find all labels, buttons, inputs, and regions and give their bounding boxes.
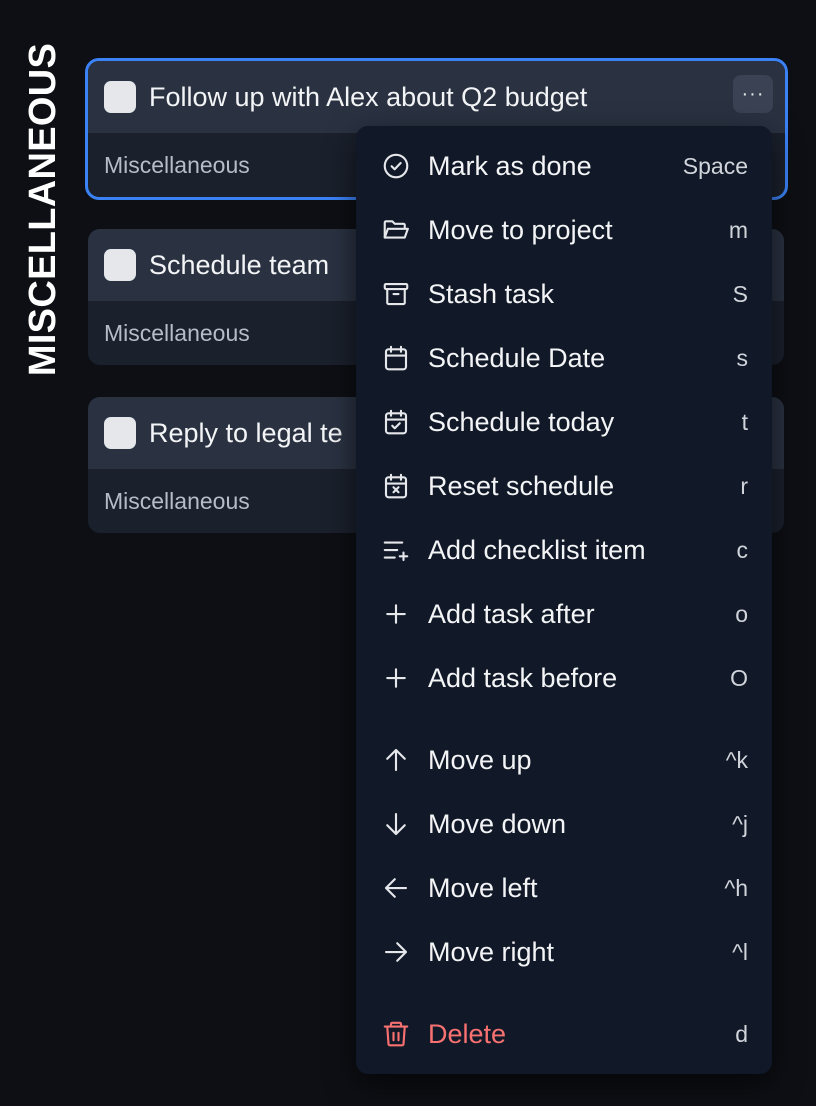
task-checkbox[interactable] — [104, 81, 136, 113]
menu-item-label: Stash task — [428, 278, 555, 309]
plus-icon — [380, 662, 412, 694]
menu-item-label: Move to project — [428, 214, 613, 245]
menu-item-shortcut: d — [735, 1020, 748, 1047]
menu-item-move-to-project[interactable]: Move to project m — [356, 202, 772, 258]
task-context-menu: Mark as done Space Move to project m Sta… — [356, 126, 772, 1074]
menu-item-shortcut: ^k — [725, 746, 748, 773]
task-title[interactable]: Reply to legal te — [149, 418, 343, 449]
menu-item-shortcut: m — [728, 216, 748, 243]
arrow-right-icon — [380, 936, 412, 968]
menu-item-mark-as-done[interactable]: Mark as done Space — [356, 138, 772, 194]
menu-item-shortcut: t — [741, 408, 748, 435]
menu-item-label: Add checklist item — [428, 534, 646, 565]
menu-item-schedule-today[interactable]: Schedule today t — [356, 394, 772, 450]
check-circle-icon — [380, 150, 412, 182]
calendar-x-icon — [380, 470, 412, 502]
arrow-down-icon — [380, 808, 412, 840]
menu-item-stash-task[interactable]: Stash task S — [356, 266, 772, 322]
task-checkbox[interactable] — [104, 249, 136, 281]
menu-item-add-checklist-item[interactable]: Add checklist item c — [356, 522, 772, 578]
menu-item-schedule-date[interactable]: Schedule Date s — [356, 330, 772, 386]
plus-icon — [380, 598, 412, 630]
menu-item-label: Delete — [428, 1018, 507, 1049]
menu-item-label: Move right — [428, 936, 555, 967]
calendar-icon — [380, 342, 412, 374]
task-checkbox[interactable] — [104, 417, 136, 449]
menu-item-shortcut: ^l — [732, 938, 748, 965]
column-title: MISCELLANEOUS — [20, 38, 68, 380]
menu-item-label: Move down — [428, 808, 567, 839]
task-title[interactable]: Follow up with Alex about Q2 budget — [149, 82, 587, 113]
archive-icon — [380, 278, 412, 310]
trash-icon — [380, 1018, 412, 1050]
menu-item-label: Schedule today — [428, 406, 615, 437]
menu-item-label: Schedule Date — [428, 342, 606, 373]
menu-item-move-down[interactable]: Move down ^j — [356, 796, 772, 852]
menu-item-add-task-before[interactable]: Add task before O — [356, 650, 772, 706]
menu-item-move-left[interactable]: Move left ^h — [356, 860, 772, 916]
arrow-left-icon — [380, 872, 412, 904]
menu-item-add-task-after[interactable]: Add task after o — [356, 586, 772, 642]
menu-item-shortcut: ^j — [732, 810, 748, 837]
menu-item-shortcut: r — [740, 472, 748, 499]
menu-item-label: Add task before — [428, 662, 618, 693]
arrow-up-icon — [380, 744, 412, 776]
folder-open-icon — [380, 214, 412, 246]
menu-item-shortcut: S — [732, 280, 748, 307]
menu-item-shortcut: s — [736, 344, 749, 371]
menu-item-label: Mark as done — [428, 150, 592, 181]
task-card-header: Follow up with Alex about Q2 budget ··· — [88, 61, 785, 133]
list-plus-icon — [380, 534, 412, 566]
calendar-check-icon — [380, 406, 412, 438]
menu-item-shortcut: c — [736, 536, 749, 563]
more-options-button[interactable]: ··· — [733, 75, 773, 113]
column-title-text: MISCELLANEOUS — [22, 42, 65, 376]
menu-item-shortcut: O — [730, 664, 748, 691]
menu-item-delete[interactable]: Delete d — [356, 1006, 772, 1062]
menu-item-label: Move left — [428, 872, 538, 903]
menu-item-shortcut: o — [735, 600, 748, 627]
menu-item-label: Add task after — [428, 598, 595, 629]
menu-item-label: Move up — [428, 744, 532, 775]
menu-item-shortcut: ^h — [724, 874, 748, 901]
menu-item-shortcut: Space — [682, 152, 748, 179]
task-title[interactable]: Schedule team — [149, 250, 329, 281]
menu-item-reset-schedule[interactable]: Reset schedule r — [356, 458, 772, 514]
menu-item-move-right[interactable]: Move right ^l — [356, 924, 772, 980]
menu-item-label: Reset schedule — [428, 470, 615, 501]
menu-item-move-up[interactable]: Move up ^k — [356, 732, 772, 788]
